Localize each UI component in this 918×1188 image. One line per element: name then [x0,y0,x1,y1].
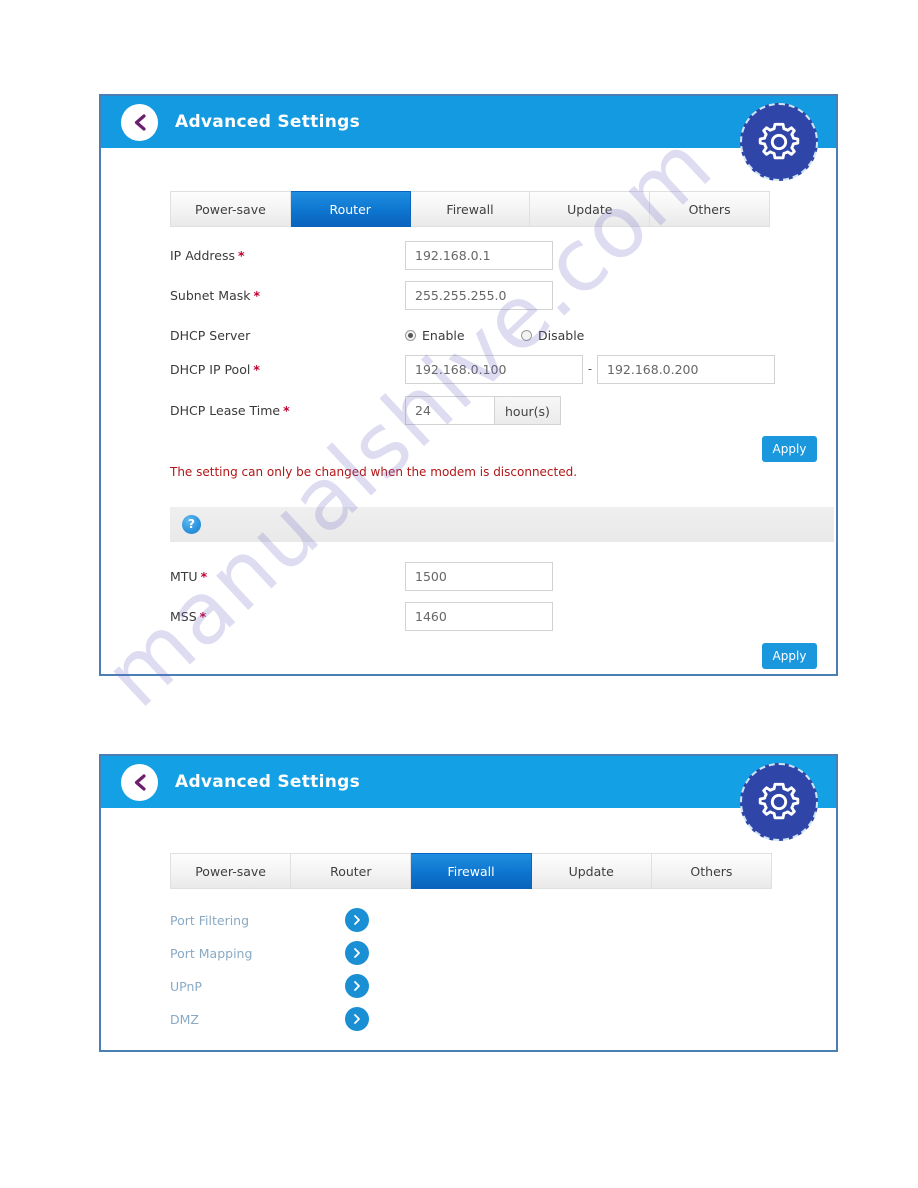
chevron-left-icon [132,774,147,791]
list-item-label: DMZ [170,1011,199,1027]
tab-router[interactable]: Router [291,853,412,889]
mss-input[interactable] [405,601,553,631]
tab-power-save[interactable]: Power-save [170,853,292,889]
chevron-left-icon [132,114,147,131]
panel-header-router: Advanced Settings [101,96,836,181]
page-title: Advanced Settings [175,112,361,132]
mtu-input[interactable] [405,561,553,591]
chevron-right-icon[interactable] [345,908,369,932]
ip-address-input[interactable] [405,240,553,270]
list-item-dmz[interactable]: DMZ [170,1005,369,1033]
row-subnet-mask: Subnet Mask * [170,280,553,310]
panel-header-firewall: Advanced Settings [101,756,836,841]
list-item-label: Port Filtering [170,912,250,928]
required-marker: * [253,361,260,377]
chevron-right-icon[interactable] [345,941,369,965]
radio-disable-indicator [521,329,532,341]
question-mark-icon[interactable]: ? [182,515,201,534]
list-item-port-mapping[interactable]: Port Mapping [170,939,369,967]
label-ip-address: IP Address * [170,247,245,263]
back-button[interactable] [121,764,158,801]
tab-update[interactable]: Update [531,853,652,889]
row-dhcp-ip-pool: DHCP IP Pool* - [170,354,775,384]
dhcp-pool-end-input[interactable] [597,354,775,384]
row-mtu: MTU * [170,561,553,591]
label-mss: MSS * [170,608,207,624]
radio-enable-indicator [405,329,416,341]
required-marker: * [237,247,245,263]
dhcp-pool-start-input[interactable] [405,354,583,384]
settings-tabbar: Power-save Router Firewall Update Others [170,853,773,889]
row-dhcp-lease-time: DHCP Lease Time* hour(s) [170,395,561,425]
tab-router[interactable]: Router [290,191,411,227]
settings-gear-button[interactable] [740,103,818,181]
required-marker: * [199,608,207,624]
label-dhcp-server: DHCP Server [170,327,251,343]
label-dhcp-lease-time: DHCP Lease Time * [170,402,290,418]
radio-dhcp-enable[interactable]: Enable [405,328,521,343]
disconnect-notice: The setting can only be changed when the… [170,465,578,479]
required-marker: * [253,287,261,303]
page-title: Advanced Settings [175,772,361,792]
back-button[interactable] [121,104,158,141]
subnet-mask-input[interactable] [405,280,553,310]
advanced-settings-router-panel: Advanced Settings Power-save Router Fire… [99,94,838,676]
tab-others[interactable]: Others [650,191,770,227]
required-marker: * [200,568,208,584]
gear-icon [745,768,813,836]
dhcp-lease-time-input[interactable] [405,395,495,425]
radio-disable-label: Disable [538,327,585,343]
list-item-label: Port Mapping [170,945,253,961]
settings-tabbar: Power-save Router Firewall Update Others [170,191,770,227]
required-marker: * [283,402,290,418]
apply-button-mtu-mss[interactable]: Apply [762,643,817,669]
list-item-upnp[interactable]: UPnP [170,972,369,1000]
tab-firewall[interactable]: Firewall [411,853,532,889]
label-mtu: MTU * [170,568,208,584]
tab-firewall[interactable]: Firewall [410,191,531,227]
label-subnet-mask: Subnet Mask * [170,287,261,303]
radio-dhcp-disable[interactable]: Disable [521,328,584,343]
advanced-settings-firewall-panel: Advanced Settings Power-save Router Fire… [99,754,838,1052]
row-dhcp-server: DHCP Server Enable Disable [170,320,584,350]
row-mss: MSS * [170,601,553,631]
chevron-right-icon[interactable] [345,1007,369,1031]
help-bar: ? [170,507,834,542]
label-dhcp-ip-pool: DHCP IP Pool * [170,361,260,377]
tab-power-save[interactable]: Power-save [170,191,291,227]
dhcp-lease-time-unit: hour(s) [495,395,561,425]
gear-icon [745,108,813,176]
list-item-label: UPnP [170,978,202,994]
dhcp-pool-separator: - [587,362,593,376]
list-item-port-filtering[interactable]: Port Filtering [170,906,369,934]
radio-enable-label: Enable [422,327,465,343]
tab-update[interactable]: Update [530,191,651,227]
chevron-right-icon[interactable] [345,974,369,998]
row-ip-address: IP Address * [170,240,553,270]
settings-gear-button[interactable] [740,763,818,841]
apply-button-router[interactable]: Apply [762,436,817,462]
tab-others[interactable]: Others [651,853,773,889]
